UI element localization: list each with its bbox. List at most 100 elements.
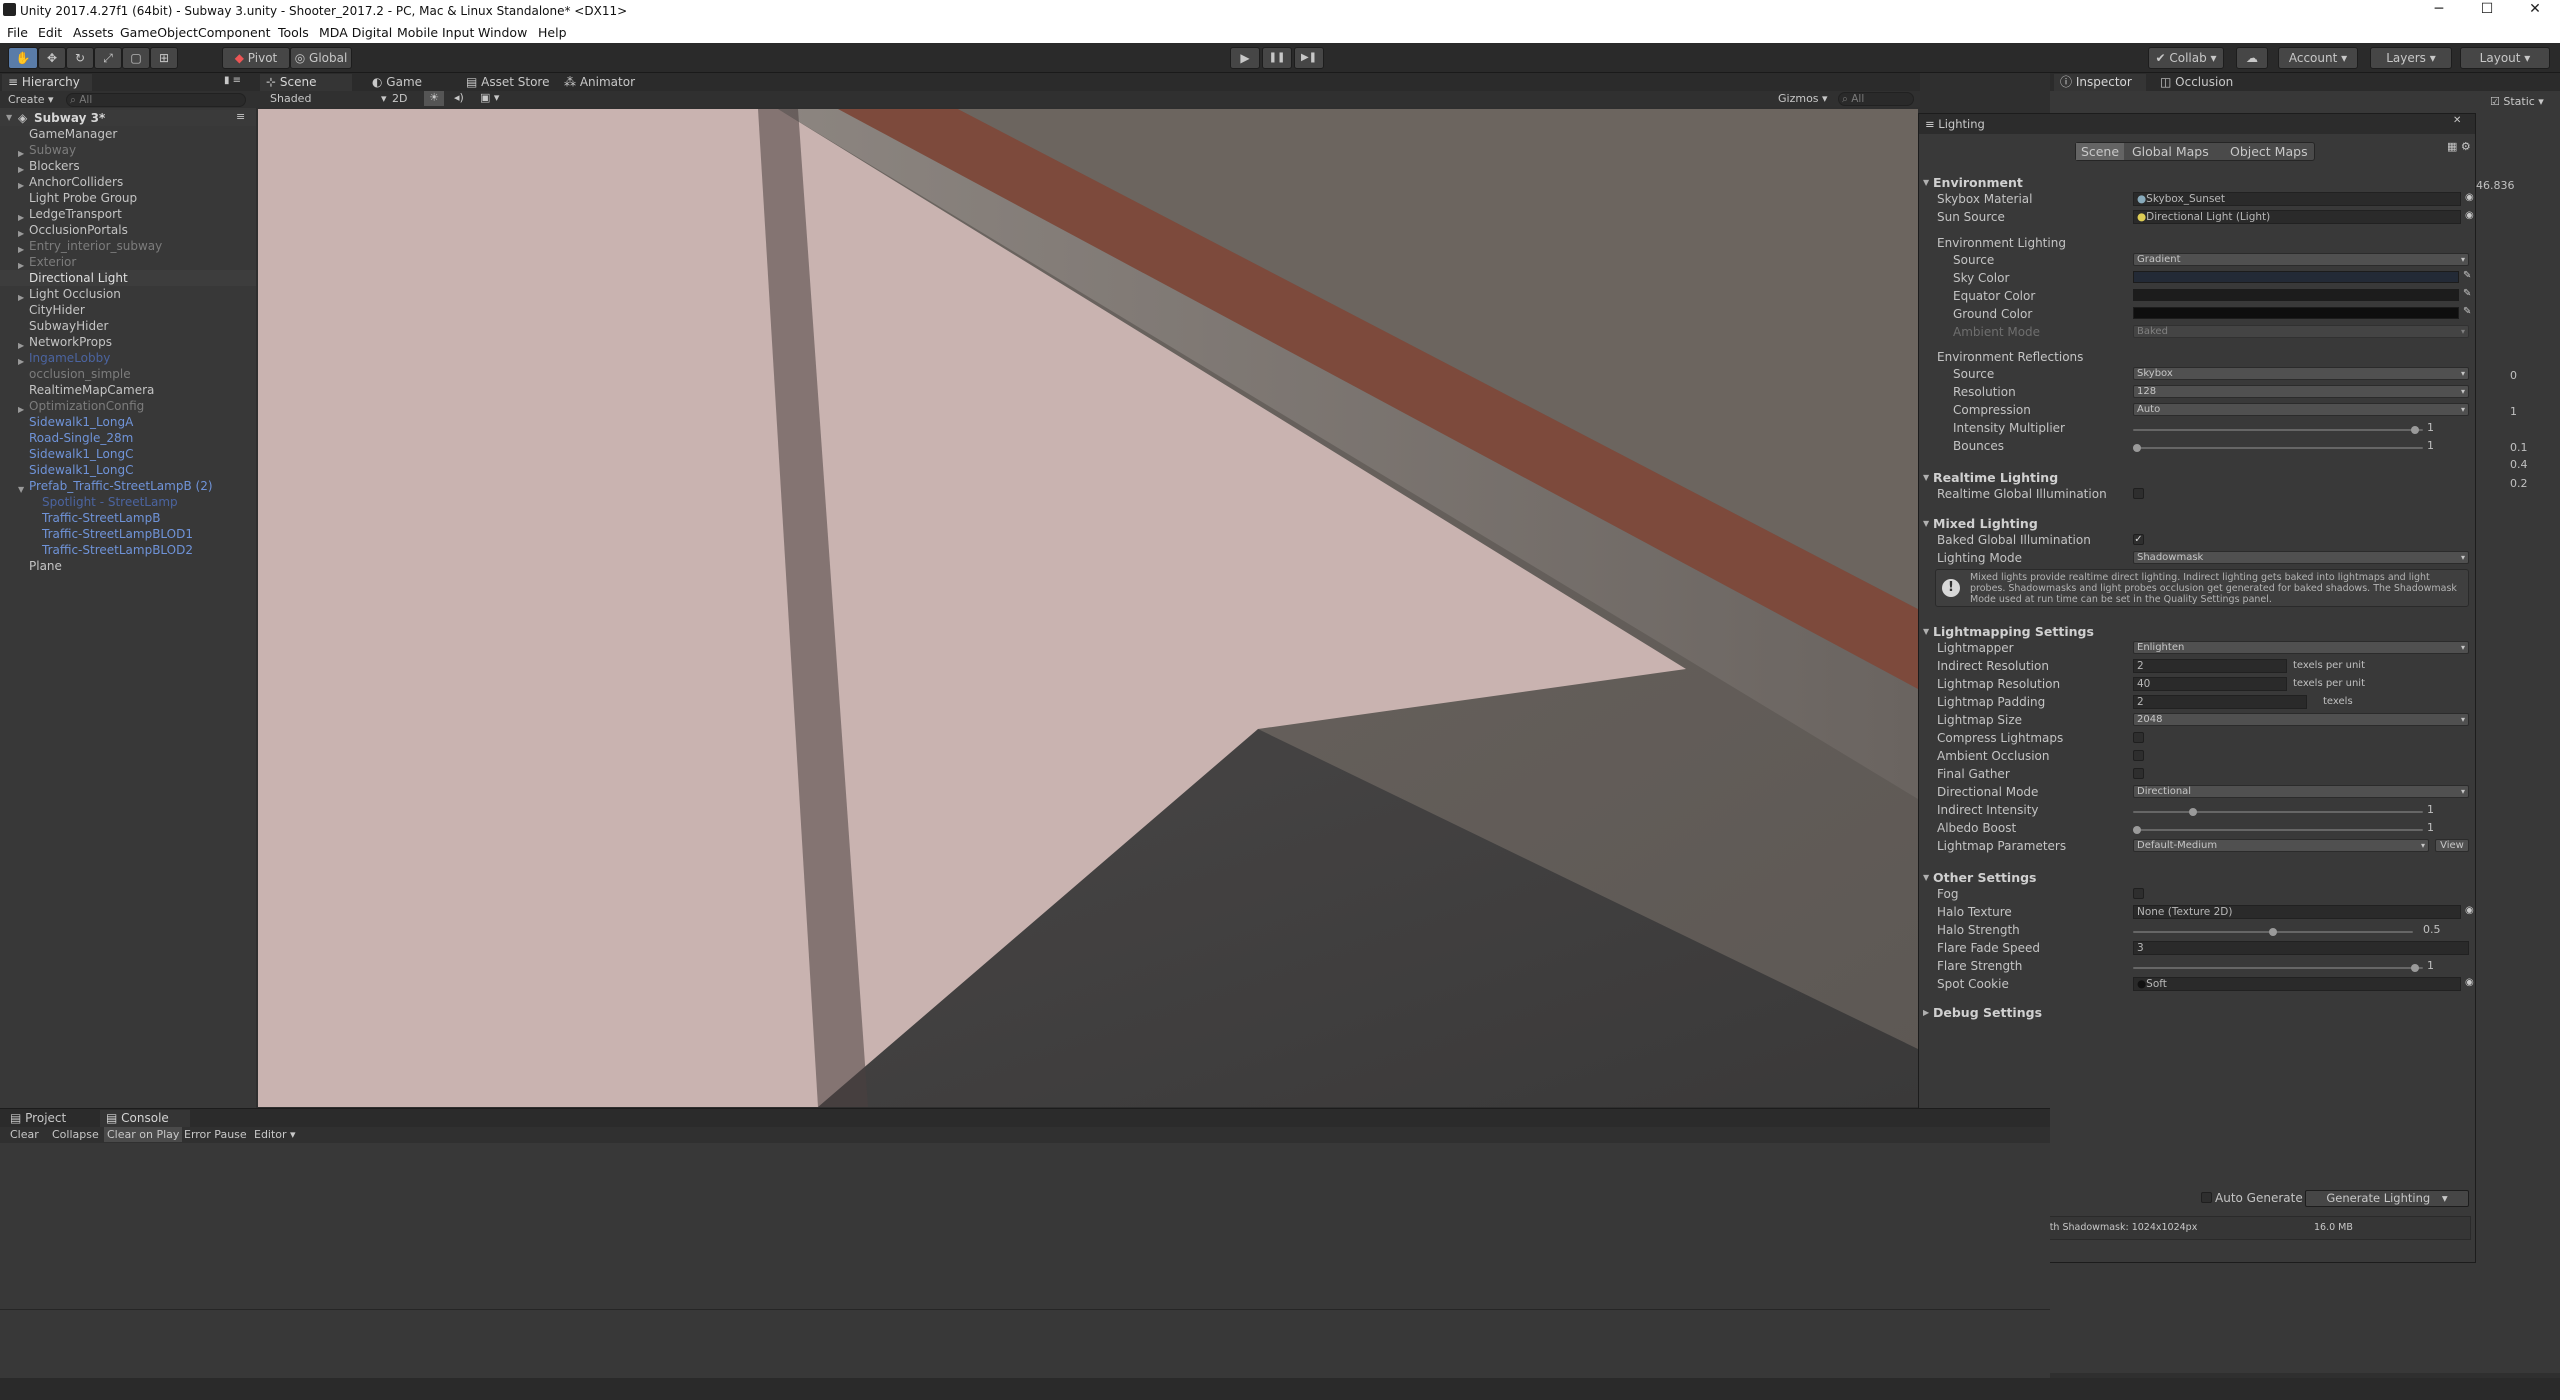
compress-checkbox[interactable]: [2133, 732, 2144, 743]
equator-color-swatch[interactable]: [2133, 289, 2459, 301]
source-dropdown[interactable]: Gradient ▾: [2133, 253, 2469, 266]
resolution-dropdown[interactable]: 128 ▾: [2133, 385, 2469, 398]
close-button[interactable]: ✕: [2512, 0, 2558, 21]
object-picker-icon[interactable]: ◉: [2465, 210, 2474, 221]
layout-dropdown[interactable]: Layout ▾: [2460, 47, 2550, 69]
clear-on-play-toggle[interactable]: Clear on Play: [104, 1127, 183, 1142]
hierarchy-item[interactable]: ▼ Prefab_Traffic-StreetLampB (2): [0, 478, 256, 494]
pause-button[interactable]: ❚❚: [1262, 47, 1292, 69]
halo-texture-field[interactable]: None (Texture 2D): [2133, 905, 2461, 919]
tab-occlusion[interactable]: ◫ Occlusion: [2154, 74, 2239, 91]
tab-scene[interactable]: ⊹ Scene: [260, 74, 352, 91]
ao-checkbox[interactable]: [2133, 750, 2144, 761]
layers-dropdown[interactable]: Layers ▾: [2370, 47, 2452, 69]
intensity-slider[interactable]: [2133, 426, 2423, 434]
pivot-toggle[interactable]: ◆ Pivot: [222, 47, 290, 69]
collapse-arrow-icon[interactable]: ▶: [1923, 1008, 1929, 1017]
rgi-checkbox[interactable]: [2133, 488, 2144, 499]
move-tool-icon[interactable]: ✥: [38, 47, 66, 69]
hierarchy-item[interactable]: ▶ IngameLobby: [0, 350, 256, 366]
error-pause-button[interactable]: Error Pause: [184, 1128, 247, 1141]
gizmos-dropdown[interactable]: Gizmos ▾: [1778, 92, 1828, 105]
ground-color-swatch[interactable]: [2133, 307, 2459, 319]
flare-fade-field[interactable]: 3: [2133, 941, 2469, 955]
lightmapper-dropdown[interactable]: Enlighten ▾: [2133, 641, 2469, 654]
skybox-material-field[interactable]: ●Skybox_Sunset: [2133, 192, 2461, 206]
scale-tool-icon[interactable]: ⤢: [94, 47, 122, 69]
account-dropdown[interactable]: Account ▾: [2278, 47, 2358, 69]
indirect-res-field[interactable]: 2: [2133, 659, 2287, 673]
lm-params-dropdown[interactable]: Default-Medium ▾: [2133, 839, 2429, 852]
hierarchy-item[interactable]: Sidewalk1_LongC: [0, 462, 256, 478]
sky-color-swatch[interactable]: [2133, 271, 2459, 283]
refl-source-dropdown[interactable]: Skybox ▾: [2133, 367, 2469, 380]
slider-knob[interactable]: [2133, 444, 2141, 452]
expand-arrow-icon[interactable]: ▼: [1923, 627, 1929, 636]
expand-arrow-icon[interactable]: ▼: [1923, 873, 1929, 882]
view-button[interactable]: View: [2435, 839, 2469, 852]
spot-cookie-field[interactable]: ●Soft: [2133, 977, 2461, 991]
create-dropdown[interactable]: Create ▾: [8, 93, 54, 106]
hierarchy-item[interactable]: Road-Single_28m: [0, 430, 256, 446]
hierarchy-item[interactable]: ▶ Light Occlusion: [0, 286, 256, 302]
flare-strength-value[interactable]: 1: [2427, 959, 2434, 972]
hierarchy-item[interactable]: ▶ Blockers: [0, 158, 256, 174]
shading-mode-dropdown[interactable]: Shaded ▾: [270, 92, 386, 105]
object-picker-icon[interactable]: ◉: [2465, 977, 2474, 988]
static-checkbox[interactable]: ☑ Static ▾: [2490, 95, 2544, 108]
bounces-slider[interactable]: [2133, 444, 2423, 452]
clear-button[interactable]: Clear: [10, 1128, 39, 1141]
hierarchy-item[interactable]: ▶ AnchorColliders: [0, 174, 256, 190]
directional-mode-dropdown[interactable]: Directional ▾: [2133, 785, 2469, 798]
lighting-toggle-icon[interactable]: ☀: [424, 91, 444, 106]
settings-gear-icon[interactable]: ▦ ⚙: [2447, 140, 2471, 153]
scene-viewport[interactable]: [258, 109, 1918, 1107]
slider-knob[interactable]: [2411, 426, 2419, 434]
lighting-close-icon[interactable]: ✕: [2453, 115, 2461, 126]
slider-knob[interactable]: [2411, 964, 2419, 972]
hierarchy-search-input[interactable]: ⌕ All: [66, 93, 246, 107]
scene-search-input[interactable]: ⌕ All: [1838, 92, 1914, 106]
compression-dropdown[interactable]: Auto ▾: [2133, 403, 2469, 416]
menu-mda-digital[interactable]: MDA Digital: [319, 25, 392, 40]
menu-file[interactable]: File: [7, 25, 28, 40]
lighting-mode-dropdown[interactable]: Shadowmask ▾: [2133, 551, 2469, 564]
indirect-intensity-slider[interactable]: [2133, 808, 2423, 816]
generate-lighting-button[interactable]: Generate Lighting ▾: [2305, 1190, 2469, 1207]
2d-toggle[interactable]: 2D: [392, 92, 407, 105]
lm-res-field[interactable]: 40: [2133, 677, 2287, 691]
tab-lighting-scene[interactable]: Scene: [2076, 143, 2124, 160]
minimize-button[interactable]: ─: [2416, 0, 2462, 21]
auto-generate-checkbox[interactable]: [2201, 1192, 2212, 1203]
hierarchy-item[interactable]: ▶ Entry_interior_subway: [0, 238, 256, 254]
hierarchy-item[interactable]: Spotlight - StreetLamp: [0, 494, 256, 510]
slider-knob[interactable]: [2269, 928, 2277, 936]
slider-knob[interactable]: [2189, 808, 2197, 816]
hierarchy-item[interactable]: Plane: [0, 558, 256, 574]
hierarchy-item[interactable]: Sidewalk1_LongC: [0, 446, 256, 462]
bgi-checkbox[interactable]: ✓: [2133, 534, 2144, 545]
expand-arrow-icon[interactable]: ▼: [1923, 519, 1929, 528]
eyedropper-icon[interactable]: ✎: [2463, 270, 2471, 281]
halo-strength-value[interactable]: 0.5: [2423, 923, 2441, 936]
collab-button[interactable]: ✔ Collab ▾: [2148, 47, 2224, 69]
hierarchy-item[interactable]: Traffic-StreetLampBLOD2: [0, 542, 256, 558]
tab-inspector[interactable]: ⓘ Inspector: [2054, 74, 2146, 91]
hierarchy-item[interactable]: Traffic-StreetLampB: [0, 510, 256, 526]
fog-checkbox[interactable]: [2133, 888, 2144, 899]
tab-game[interactable]: ◐ Game: [366, 74, 428, 91]
menu-mobile-input[interactable]: Mobile Input: [397, 25, 474, 40]
hierarchy-item[interactable]: ▶ LedgeTransport: [0, 206, 256, 222]
tab-project[interactable]: ▤ Project: [4, 1110, 72, 1127]
tab-global-maps[interactable]: Global Maps: [2132, 144, 2209, 159]
halo-strength-slider[interactable]: [2133, 928, 2413, 936]
expand-arrow-icon[interactable]: ▼: [1923, 178, 1929, 187]
bounces-value[interactable]: 1: [2427, 439, 2434, 452]
eyedropper-icon[interactable]: ✎: [2463, 306, 2471, 317]
hierarchy-item[interactable]: RealtimeMapCamera: [0, 382, 256, 398]
indirect-intensity-value[interactable]: 1: [2427, 803, 2434, 816]
sun-source-field[interactable]: ●Directional Light (Light): [2133, 210, 2461, 224]
albedo-value[interactable]: 1: [2427, 821, 2434, 834]
expand-arrow-icon[interactable]: ▼: [1923, 473, 1929, 482]
hierarchy-item[interactable]: ▶ OcclusionPortals: [0, 222, 256, 238]
